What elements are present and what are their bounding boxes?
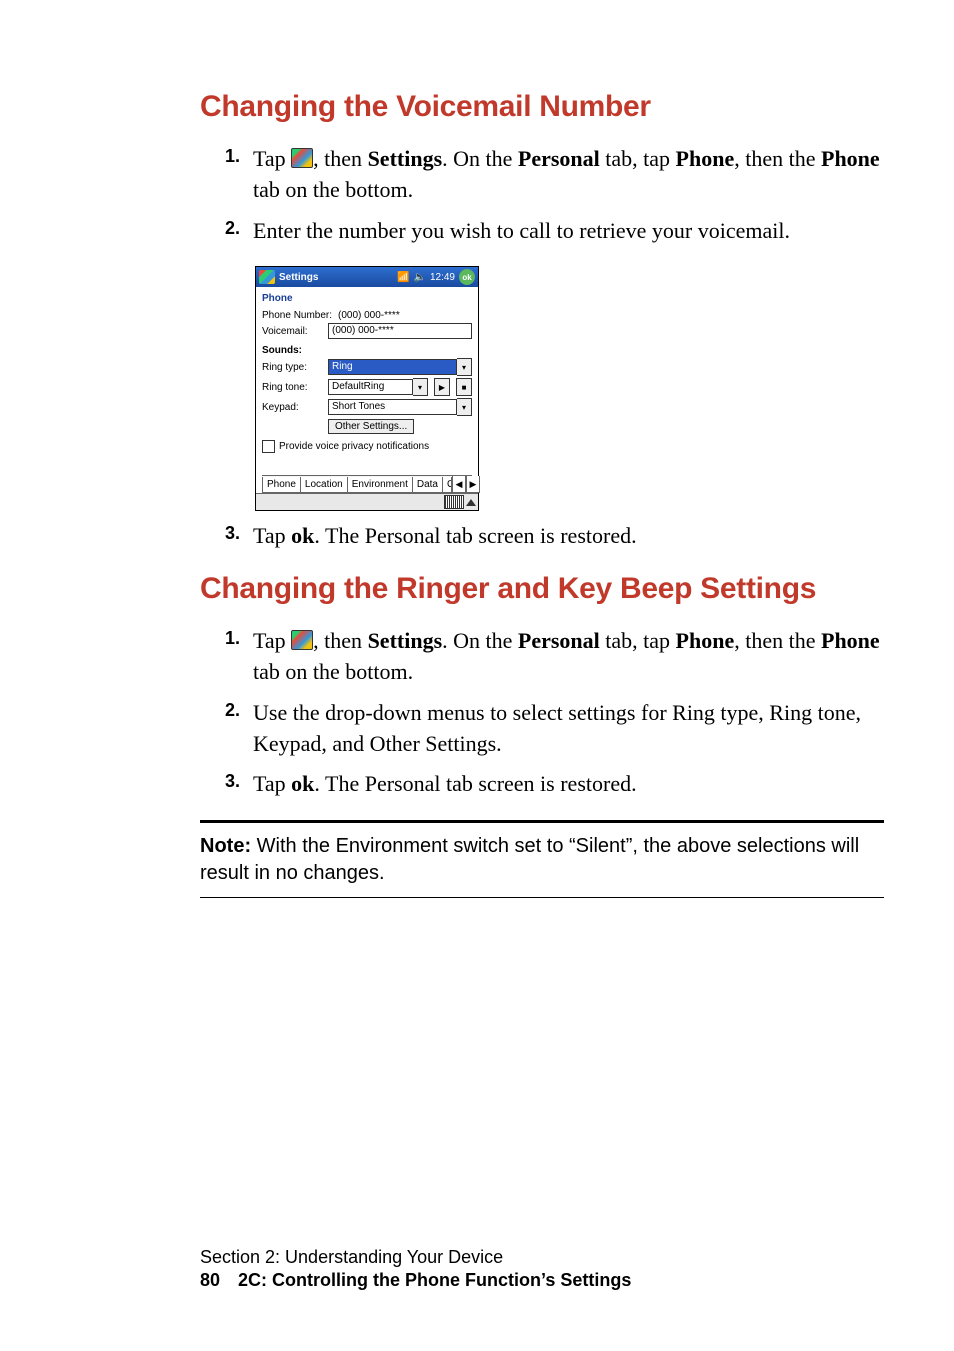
note-box: Note: With the Environment switch set to…	[200, 820, 884, 898]
step-1: 1. Tap , then Settings. On the Personal …	[225, 144, 884, 206]
tab-phone[interactable]: Phone	[262, 477, 301, 493]
clock: 12:49	[430, 272, 455, 283]
step-text: Tap ok. The Personal tab screen is resto…	[253, 771, 637, 796]
keyboard-icon[interactable]	[444, 495, 464, 509]
bottom-tabs: Phone Location Environment Data Ot ◀ ▶	[262, 475, 472, 493]
step-text: Tap , then Settings. On the Personal tab…	[253, 628, 880, 684]
titlebar: Settings 📶 🔈 12:49 ok	[256, 267, 478, 287]
dropdown-arrow-icon[interactable]: ▾	[457, 358, 472, 376]
step-number: 2.	[225, 698, 240, 723]
ok-button[interactable]: ok	[459, 269, 475, 285]
note-text: With the Environment switch set to “Sile…	[200, 835, 859, 884]
start-flag-icon[interactable]	[259, 270, 275, 284]
step-text: Tap , then Settings. On the Personal tab…	[253, 146, 880, 202]
step-number: 2.	[225, 216, 240, 241]
tab-scroll-left-icon[interactable]: ◀	[452, 476, 466, 493]
keypad-label: Keypad:	[262, 402, 324, 413]
tab-location[interactable]: Location	[300, 477, 348, 493]
ring-tone-label: Ring tone:	[262, 382, 324, 393]
step-2: 2. Enter the number you wish to call to …	[225, 216, 884, 247]
phone-number-label: Phone Number:	[262, 310, 334, 321]
step-number: 1.	[225, 144, 240, 169]
step-2: 2. Use the drop-down menus to select set…	[225, 698, 884, 760]
privacy-checkbox[interactable]	[262, 440, 275, 453]
steps-ringer: 1. Tap , then Settings. On the Personal …	[200, 626, 884, 800]
play-button[interactable]: ▶	[434, 378, 450, 396]
note-label: Note:	[200, 835, 251, 857]
dropdown-arrow-icon[interactable]: ▾	[457, 398, 472, 416]
voicemail-label: Voicemail:	[262, 326, 324, 337]
steps-voicemail-cont: 3. Tap ok. The Personal tab screen is re…	[200, 521, 884, 552]
ring-tone-select[interactable]: DefaultRing▾	[328, 378, 428, 396]
step-number: 3.	[225, 769, 240, 794]
settings-subtitle: Phone	[262, 293, 472, 304]
step-number: 3.	[225, 521, 240, 546]
footer-section: Section 2: Understanding Your Device	[200, 1247, 631, 1268]
step-text: Enter the number you wish to call to ret…	[253, 218, 790, 243]
step-text: Tap ok. The Personal tab screen is resto…	[253, 523, 637, 548]
tab-other[interactable]: Ot	[442, 477, 452, 493]
bottom-bar	[256, 493, 478, 510]
keypad-select[interactable]: Short Tones▾	[328, 398, 472, 416]
start-icon	[291, 148, 313, 168]
footer-chapter: 2C: Controlling the Phone Function’s Set…	[238, 1270, 631, 1291]
start-icon	[291, 630, 313, 650]
ring-type-label: Ring type:	[262, 362, 324, 373]
tab-scroll-right-icon[interactable]: ▶	[466, 476, 480, 493]
dropdown-arrow-icon[interactable]: ▾	[413, 378, 428, 396]
voicemail-input[interactable]: (000) 000-****	[328, 323, 472, 339]
heading-ringer: Changing the Ringer and Key Beep Setting…	[200, 572, 884, 606]
signal-icon: 📶	[397, 272, 409, 283]
stop-button[interactable]: ■	[456, 378, 472, 396]
phone-number-value: (000) 000-****	[338, 310, 400, 321]
step-3: 3. Tap ok. The Personal tab screen is re…	[225, 769, 884, 800]
page: Changing the Voicemail Number 1. Tap , t…	[0, 0, 954, 1351]
titlebar-title: Settings	[279, 272, 393, 283]
step-number: 1.	[225, 626, 240, 651]
other-settings-button[interactable]: Other Settings...	[328, 419, 414, 434]
step-1: 1. Tap , then Settings. On the Personal …	[225, 626, 884, 688]
privacy-label: Provide voice privacy notifications	[279, 441, 429, 452]
sounds-label: Sounds:	[262, 345, 324, 356]
ring-type-select[interactable]: Ring▾	[328, 358, 472, 376]
volume-icon[interactable]: 🔈	[414, 272, 426, 283]
settings-body: Phone Phone Number: (000) 000-**** Voice…	[256, 287, 478, 493]
page-number: 80	[200, 1270, 220, 1291]
heading-voicemail: Changing the Voicemail Number	[200, 90, 884, 124]
steps-voicemail: 1. Tap , then Settings. On the Personal …	[200, 144, 884, 246]
step-text: Use the drop-down menus to select settin…	[253, 700, 861, 756]
page-footer: Section 2: Understanding Your Device 80 …	[200, 1247, 631, 1291]
step-3: 3. Tap ok. The Personal tab screen is re…	[225, 521, 884, 552]
menu-up-icon[interactable]	[466, 499, 476, 506]
windows-mobile-screen: Settings 📶 🔈 12:49 ok Phone Phone Number…	[255, 266, 479, 511]
tab-environment[interactable]: Environment	[347, 477, 413, 493]
tab-data[interactable]: Data	[412, 477, 443, 493]
device-screenshot: Settings 📶 🔈 12:49 ok Phone Phone Number…	[255, 266, 884, 511]
